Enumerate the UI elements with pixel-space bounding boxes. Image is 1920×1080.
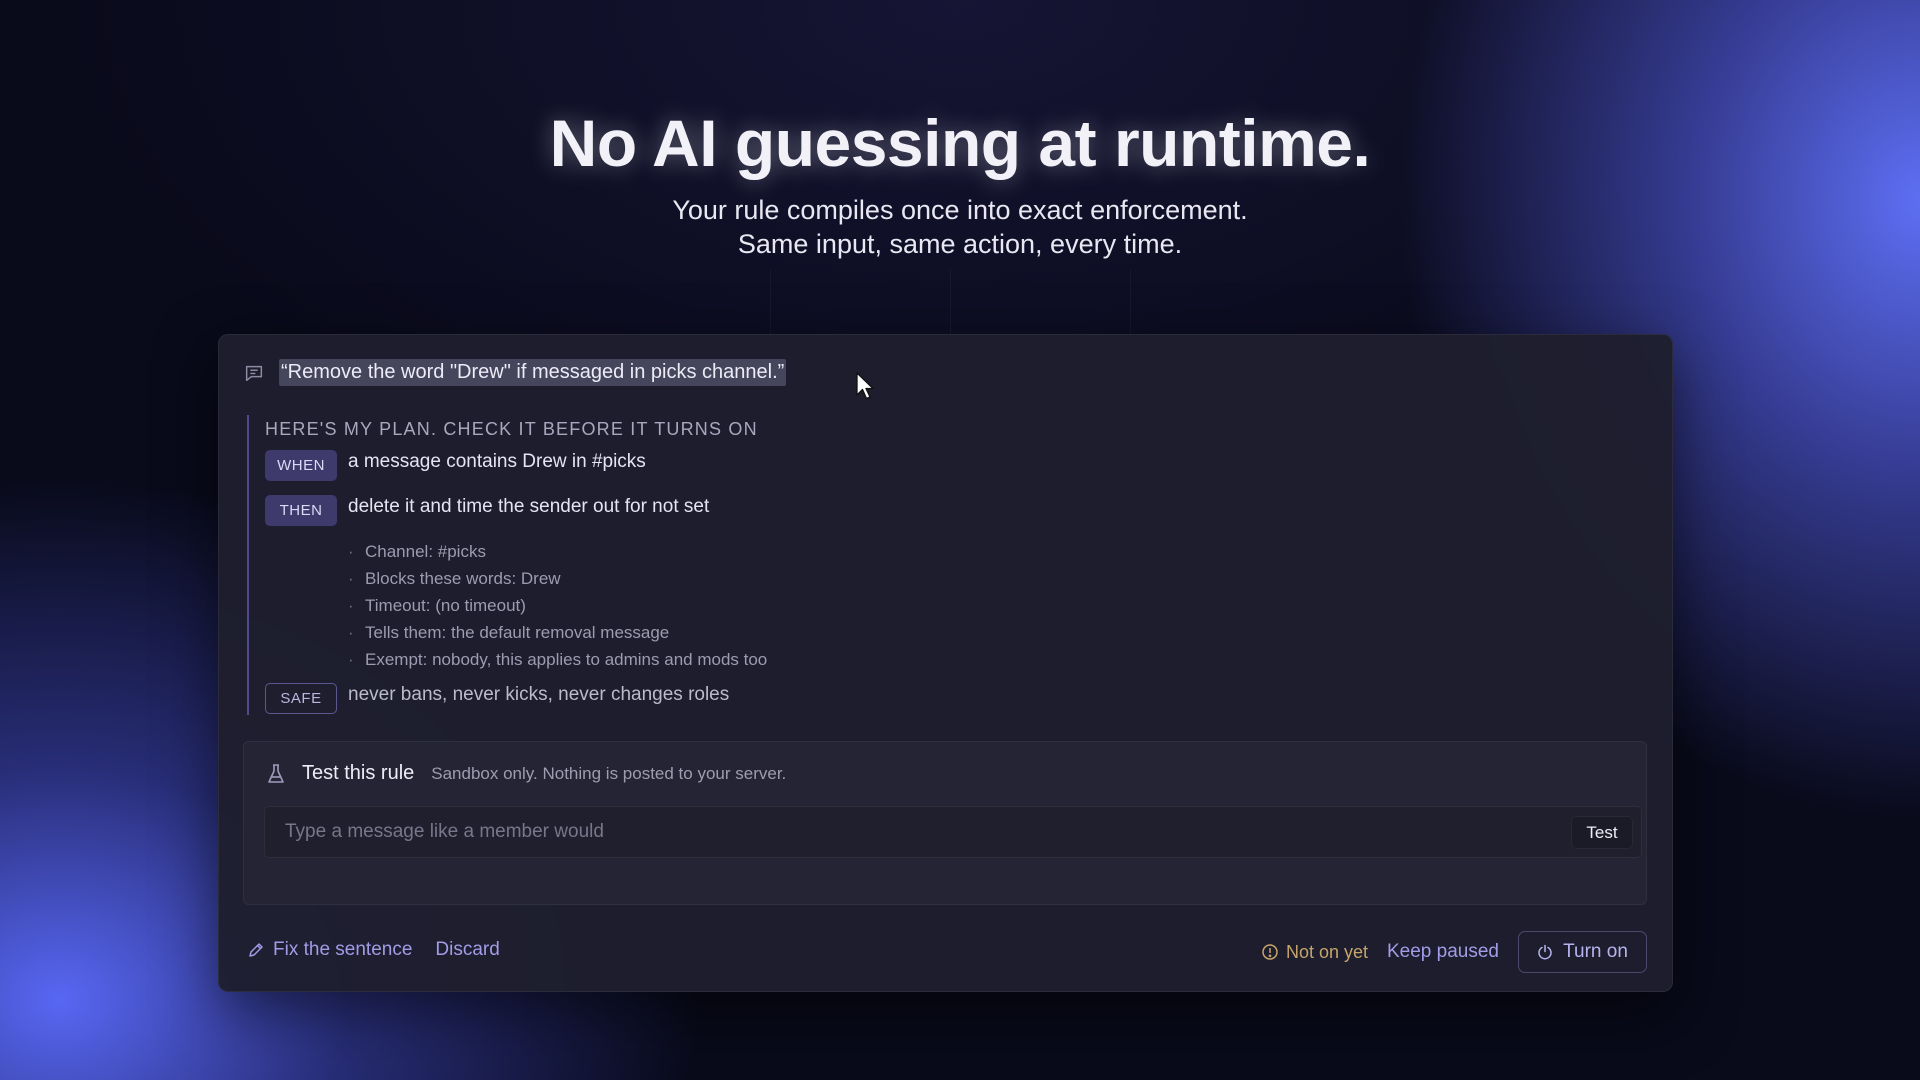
plan-heading: HERE'S MY PLAN. CHECK IT BEFORE IT TURNS…: [265, 419, 758, 439]
footer-actions-left: Fix the sentence Discard: [247, 939, 500, 961]
then-badge: THEN: [265, 495, 337, 526]
mouse-cursor-icon: [856, 372, 874, 400]
turn-on-button[interactable]: Turn on: [1518, 931, 1647, 973]
hero-title: No AI guessing at runtime.: [549, 106, 1371, 180]
rule-card: “Remove the word "Drew" if messaged in p…: [218, 334, 1673, 992]
discard-button[interactable]: Discard: [435, 939, 499, 961]
footer-actions-right: Not on yet Keep paused Turn on: [1261, 931, 1647, 973]
safe-badge: SAFE: [265, 683, 337, 714]
power-icon: [1538, 944, 1552, 960]
rule-details-list: Channel: #picks Blocks these words: Drew…: [348, 538, 1147, 673]
test-header: Test this rule Sandbox only. Nothing is …: [266, 762, 786, 785]
when-row: WHEN a message contains Drew in #picks: [265, 450, 1147, 481]
plan-section: HERE'S MY PLAN. CHECK IT BEFORE IT TURNS…: [247, 415, 1147, 715]
test-message-input[interactable]: [265, 807, 1535, 857]
hero: No AI guessing at runtime. Your rule com…: [0, 105, 1920, 261]
then-text: delete it and time the sender out for no…: [348, 496, 710, 517]
keep-paused-button[interactable]: Keep paused: [1387, 941, 1499, 963]
test-button[interactable]: Test: [1571, 816, 1633, 849]
detail-blocked-words: Blocks these words: Drew: [348, 565, 1147, 592]
detail-notification: Tells them: the default removal message: [348, 619, 1147, 646]
when-text: a message contains Drew in #picks: [348, 451, 646, 472]
when-badge: WHEN: [265, 450, 337, 481]
safe-text: never bans, never kicks, never changes r…: [348, 684, 730, 705]
test-note: Sandbox only. Nothing is posted to your …: [431, 763, 787, 783]
detail-channel: Channel: #picks: [348, 538, 1147, 565]
detail-timeout: Timeout: (no timeout): [348, 592, 1147, 619]
pencil-icon: [249, 943, 263, 957]
prompt-row: “Remove the word "Drew" if messaged in p…: [243, 359, 787, 386]
background-grid: [770, 270, 1150, 340]
rule-sentence[interactable]: “Remove the word "Drew" if messaged in p…: [279, 359, 787, 386]
chat-bubble-icon: [245, 365, 263, 381]
hero-subtitle-line-2: Same input, same action, every time.: [737, 229, 1183, 259]
turn-on-label: Turn on: [1563, 941, 1628, 962]
detail-exempt: Exempt: nobody, this applies to admins a…: [348, 646, 1147, 673]
card-footer: Fix the sentence Discard Not on yet Keep…: [247, 931, 1647, 973]
hero-subtitle: Your rule compiles once into exact enfor…: [0, 193, 1920, 261]
test-title: Test this rule: [302, 762, 415, 784]
test-rule-panel: Test this rule Sandbox only. Nothing is …: [243, 741, 1647, 905]
status-text: Not on yet: [1285, 941, 1368, 962]
flask-icon: [268, 763, 284, 783]
safe-row: SAFE never bans, never kicks, never chan…: [265, 683, 1147, 714]
test-input-wrapper: Test: [264, 806, 1642, 858]
then-row: THEN delete it and time the sender out f…: [265, 495, 1147, 526]
fix-sentence-button[interactable]: Fix the sentence: [273, 939, 412, 961]
alert-circle-icon: [1262, 944, 1278, 960]
hero-subtitle-line-1: Your rule compiles once into exact enfor…: [672, 195, 1248, 225]
